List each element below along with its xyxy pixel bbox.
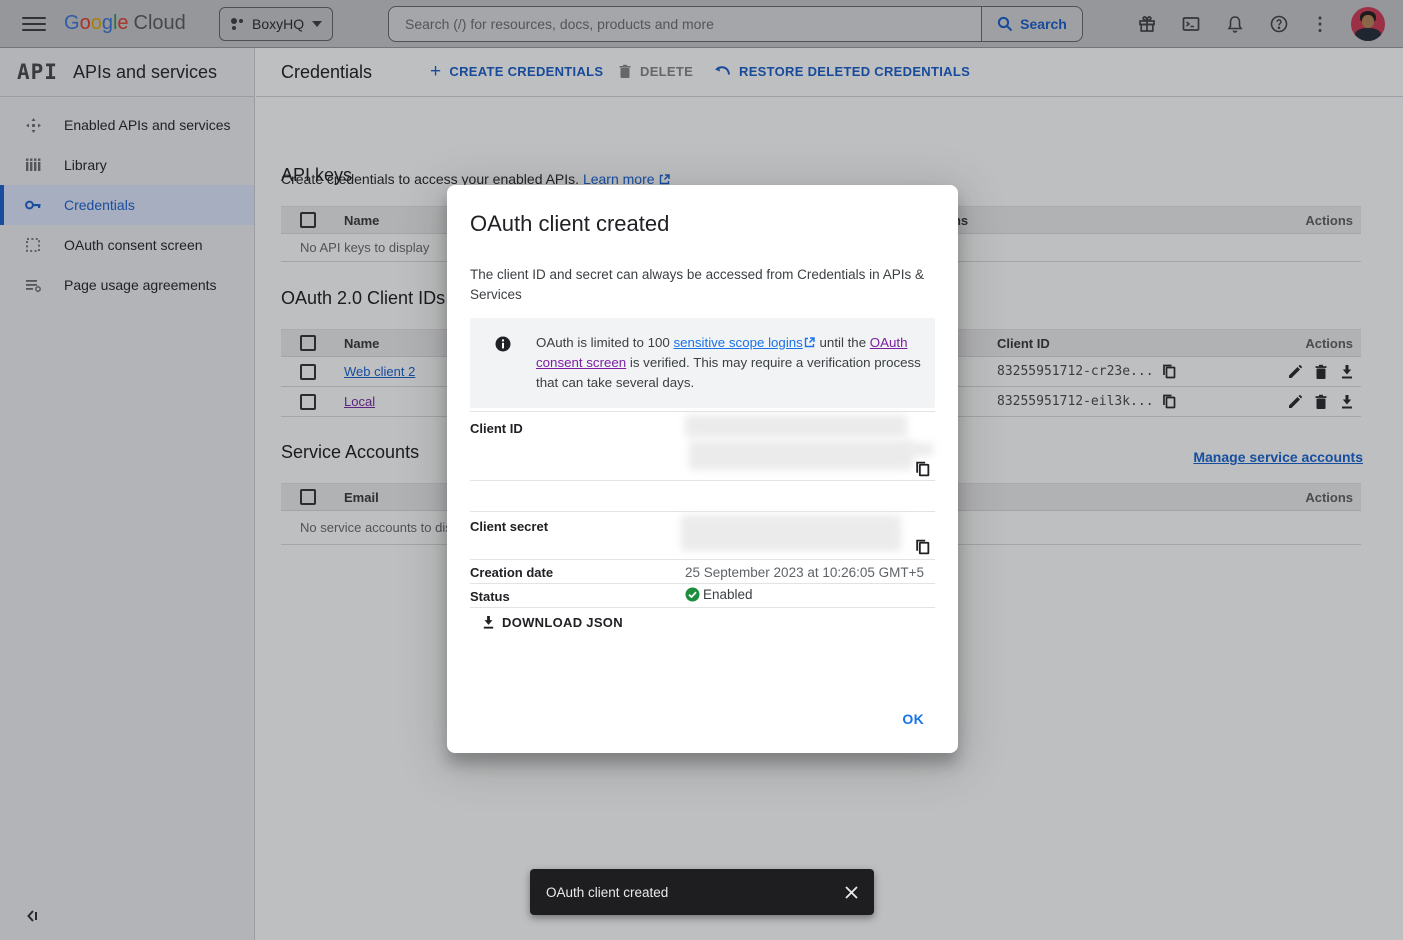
- global-search: Search: [388, 6, 1083, 42]
- project-icon: [230, 17, 244, 31]
- status-label: Status: [470, 589, 510, 604]
- toast-close-icon[interactable]: [842, 883, 860, 901]
- select-all-checkbox[interactable]: [300, 489, 316, 505]
- verification-notice: OAuth is limited to 100 sensitive scope …: [470, 318, 935, 408]
- client-link[interactable]: Local: [344, 394, 375, 409]
- google-cloud-logo[interactable]: Google Cloud: [64, 12, 186, 35]
- edit-icon[interactable]: [1287, 364, 1303, 380]
- api-keys-heading: API keys: [281, 165, 352, 186]
- enabled-apis-icon: [24, 116, 42, 134]
- client-id-label: Client ID: [470, 421, 523, 436]
- creation-date-label: Creation date: [470, 565, 553, 580]
- project-selector[interactable]: BoxyHQ: [219, 7, 333, 41]
- oauth-client-created-dialog: OAuth client created The client ID and s…: [447, 185, 958, 753]
- sidebar-header: API APIs and services: [0, 48, 254, 97]
- select-all-checkbox[interactable]: [300, 335, 316, 351]
- sidebar-title: APIs and services: [73, 62, 217, 83]
- consent-screen-icon: [24, 236, 42, 254]
- gift-icon[interactable]: [1135, 12, 1159, 36]
- divider: [470, 480, 935, 481]
- divider: [470, 559, 935, 560]
- undo-icon: [714, 65, 731, 79]
- divider: [470, 511, 935, 512]
- create-credentials-button[interactable]: + CREATE CREDENTIALS: [430, 64, 603, 79]
- page-title: Credentials: [281, 62, 372, 83]
- oauth-clients-heading: OAuth 2.0 Client IDs: [281, 288, 445, 309]
- client-id-redacted-value: [689, 440, 913, 470]
- creation-date-value: 25 September 2023 at 10:26:05 GMT+5: [685, 565, 924, 580]
- sensitive-scope-logins-link[interactable]: sensitive scope logins: [673, 335, 802, 350]
- overflow-menu-icon[interactable]: ⋮: [1311, 12, 1327, 36]
- library-icon: [24, 156, 42, 174]
- notifications-bell-icon[interactable]: [1223, 12, 1247, 36]
- hamburger-menu-icon[interactable]: [22, 12, 46, 36]
- download-json-button[interactable]: DOWNLOAD JSON: [481, 615, 623, 630]
- ok-button[interactable]: OK: [894, 705, 932, 733]
- plus-icon: +: [430, 65, 441, 79]
- delete-icon[interactable]: [1313, 364, 1329, 380]
- sidebar-item-oauth-consent[interactable]: OAuth consent screen: [0, 225, 254, 265]
- client-secret-redacted-value: [681, 515, 901, 551]
- client-id-redacted-value: [685, 415, 907, 437]
- copy-client-id-icon[interactable]: [915, 461, 930, 477]
- trash-icon: [618, 64, 632, 79]
- client-id-redacted-value: [907, 443, 933, 456]
- agreements-icon: [24, 276, 42, 294]
- edit-icon[interactable]: [1287, 394, 1303, 410]
- toast-snackbar: OAuth client created: [530, 869, 874, 915]
- copy-icon[interactable]: [1162, 394, 1176, 409]
- top-app-bar: Google Cloud BoxyHQ Search ⋮: [0, 0, 1403, 48]
- toast-message: OAuth client created: [546, 885, 668, 900]
- sidebar: API APIs and services Enabled APIs and s…: [0, 48, 255, 940]
- key-icon: [24, 196, 42, 214]
- external-link-icon: [659, 174, 670, 185]
- status-value: Enabled: [685, 587, 753, 602]
- notice-text: OAuth is limited to 100 sensitive scope …: [536, 333, 921, 393]
- manage-service-accounts-link[interactable]: Manage service accounts: [1193, 449, 1363, 465]
- search-button[interactable]: Search: [981, 6, 1083, 42]
- download-icon[interactable]: [1339, 364, 1355, 380]
- sidebar-item-page-usage[interactable]: Page usage agreements: [0, 265, 254, 305]
- divider: [470, 411, 935, 412]
- client-link[interactable]: Web client 2: [344, 364, 415, 379]
- copy-icon[interactable]: [1162, 364, 1176, 379]
- row-checkbox[interactable]: [300, 394, 316, 410]
- dialog-title: OAuth client created: [470, 211, 669, 237]
- sidebar-item-library[interactable]: Library: [0, 145, 254, 185]
- cloud-shell-icon[interactable]: [1179, 12, 1203, 36]
- help-icon[interactable]: [1267, 12, 1291, 36]
- divider: [470, 607, 935, 608]
- check-circle-icon: [685, 587, 700, 602]
- download-icon: [481, 615, 496, 630]
- download-icon[interactable]: [1339, 394, 1355, 410]
- api-logo: API: [17, 60, 58, 84]
- service-accounts-heading: Service Accounts: [281, 442, 419, 463]
- sidebar-item-enabled-apis[interactable]: Enabled APIs and services: [0, 105, 254, 145]
- page-header: Credentials + CREATE CREDENTIALS DELETE …: [256, 48, 1403, 97]
- delete-icon[interactable]: [1313, 394, 1329, 410]
- dialog-body-text: The client ID and secret can always be a…: [470, 265, 925, 305]
- delete-button[interactable]: DELETE: [618, 64, 693, 79]
- topbar-icons: ⋮: [1135, 0, 1403, 48]
- user-avatar[interactable]: [1351, 7, 1385, 41]
- search-input[interactable]: [388, 6, 982, 42]
- restore-deleted-credentials-button[interactable]: RESTORE DELETED CREDENTIALS: [714, 64, 970, 79]
- copy-client-secret-icon[interactable]: [915, 539, 930, 555]
- search-icon: [997, 16, 1013, 32]
- project-name: BoxyHQ: [252, 16, 304, 32]
- sidebar-item-credentials[interactable]: Credentials: [0, 185, 254, 225]
- select-all-checkbox[interactable]: [300, 212, 316, 228]
- chevron-down-icon: [312, 21, 322, 27]
- search-button-label: Search: [1020, 16, 1067, 32]
- client-secret-label: Client secret: [470, 519, 548, 534]
- collapse-sidebar-icon[interactable]: [24, 908, 40, 924]
- external-link-icon: [804, 337, 815, 348]
- info-icon: [495, 336, 511, 352]
- divider: [470, 583, 935, 584]
- row-checkbox[interactable]: [300, 364, 316, 380]
